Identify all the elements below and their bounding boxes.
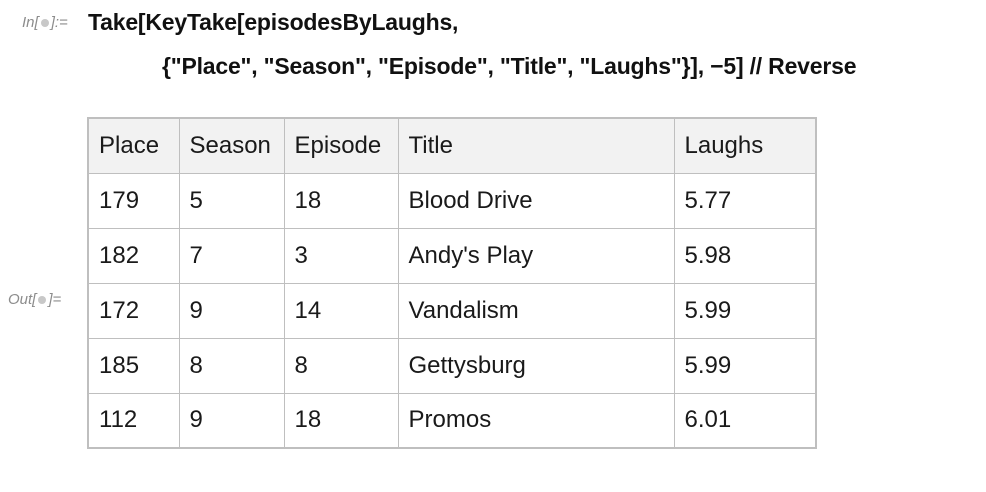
cell-place: 112 bbox=[87, 392, 180, 449]
cell-episode: 18 bbox=[283, 172, 399, 229]
cell-title: Andy's Play bbox=[397, 227, 675, 284]
cell-episode: 18 bbox=[283, 392, 399, 449]
table-row: 182 7 3 Andy's Play 5.98 bbox=[87, 227, 817, 284]
cell-season: 7 bbox=[178, 227, 285, 284]
cell-place: 172 bbox=[87, 282, 180, 339]
table-row: 179 5 18 Blood Drive 5.77 bbox=[87, 172, 817, 229]
cell-place: 182 bbox=[87, 227, 180, 284]
cell-place: 185 bbox=[87, 337, 180, 394]
table-row: 185 8 8 Gettysburg 5.99 bbox=[87, 337, 817, 394]
table-header-row: Place Season Episode Title Laughs bbox=[87, 117, 817, 174]
output-label-suffix: ]= bbox=[48, 291, 62, 308]
cell-episode: 14 bbox=[283, 282, 399, 339]
input-label-suffix: ]:= bbox=[50, 14, 68, 31]
cell-episode: 3 bbox=[283, 227, 399, 284]
input-code-line-2[interactable]: {"Place", "Season", "Episode", "Title", … bbox=[162, 53, 857, 80]
header-title: Title bbox=[397, 117, 675, 174]
cell-dot-icon bbox=[40, 19, 49, 27]
cell-laughs: 5.98 bbox=[673, 227, 817, 284]
cell-laughs: 5.77 bbox=[673, 172, 817, 229]
cell-dot-icon bbox=[38, 296, 47, 304]
cell-season: 9 bbox=[178, 282, 285, 339]
header-place: Place bbox=[87, 117, 180, 174]
header-episode: Episode bbox=[283, 117, 399, 174]
table-row: 112 9 18 Promos 6.01 bbox=[87, 392, 817, 449]
cell-laughs: 5.99 bbox=[673, 337, 817, 394]
header-laughs: Laughs bbox=[673, 117, 817, 174]
results-table: Place Season Episode Title Laughs 179 5 … bbox=[87, 117, 817, 449]
cell-title: Promos bbox=[397, 392, 675, 449]
input-label-prefix: In[ bbox=[22, 14, 39, 31]
cell-episode: 8 bbox=[283, 337, 399, 394]
header-season: Season bbox=[178, 117, 285, 174]
table-row: 172 9 14 Vandalism 5.99 bbox=[87, 282, 817, 339]
output-cell-label: Out[ ]= bbox=[8, 291, 61, 308]
cell-place: 179 bbox=[87, 172, 180, 229]
cell-season: 5 bbox=[178, 172, 285, 229]
cell-title: Gettysburg bbox=[397, 337, 675, 394]
cell-laughs: 5.99 bbox=[673, 282, 817, 339]
input-code-line-1[interactable]: Take[KeyTake[episodesByLaughs, bbox=[88, 9, 458, 36]
cell-laughs: 6.01 bbox=[673, 392, 817, 449]
output-label-prefix: Out[ bbox=[8, 291, 37, 308]
cell-season: 9 bbox=[178, 392, 285, 449]
cell-season: 8 bbox=[178, 337, 285, 394]
cell-title: Blood Drive bbox=[397, 172, 675, 229]
cell-title: Vandalism bbox=[397, 282, 675, 339]
input-cell-label: In[ ]:= bbox=[22, 14, 68, 31]
